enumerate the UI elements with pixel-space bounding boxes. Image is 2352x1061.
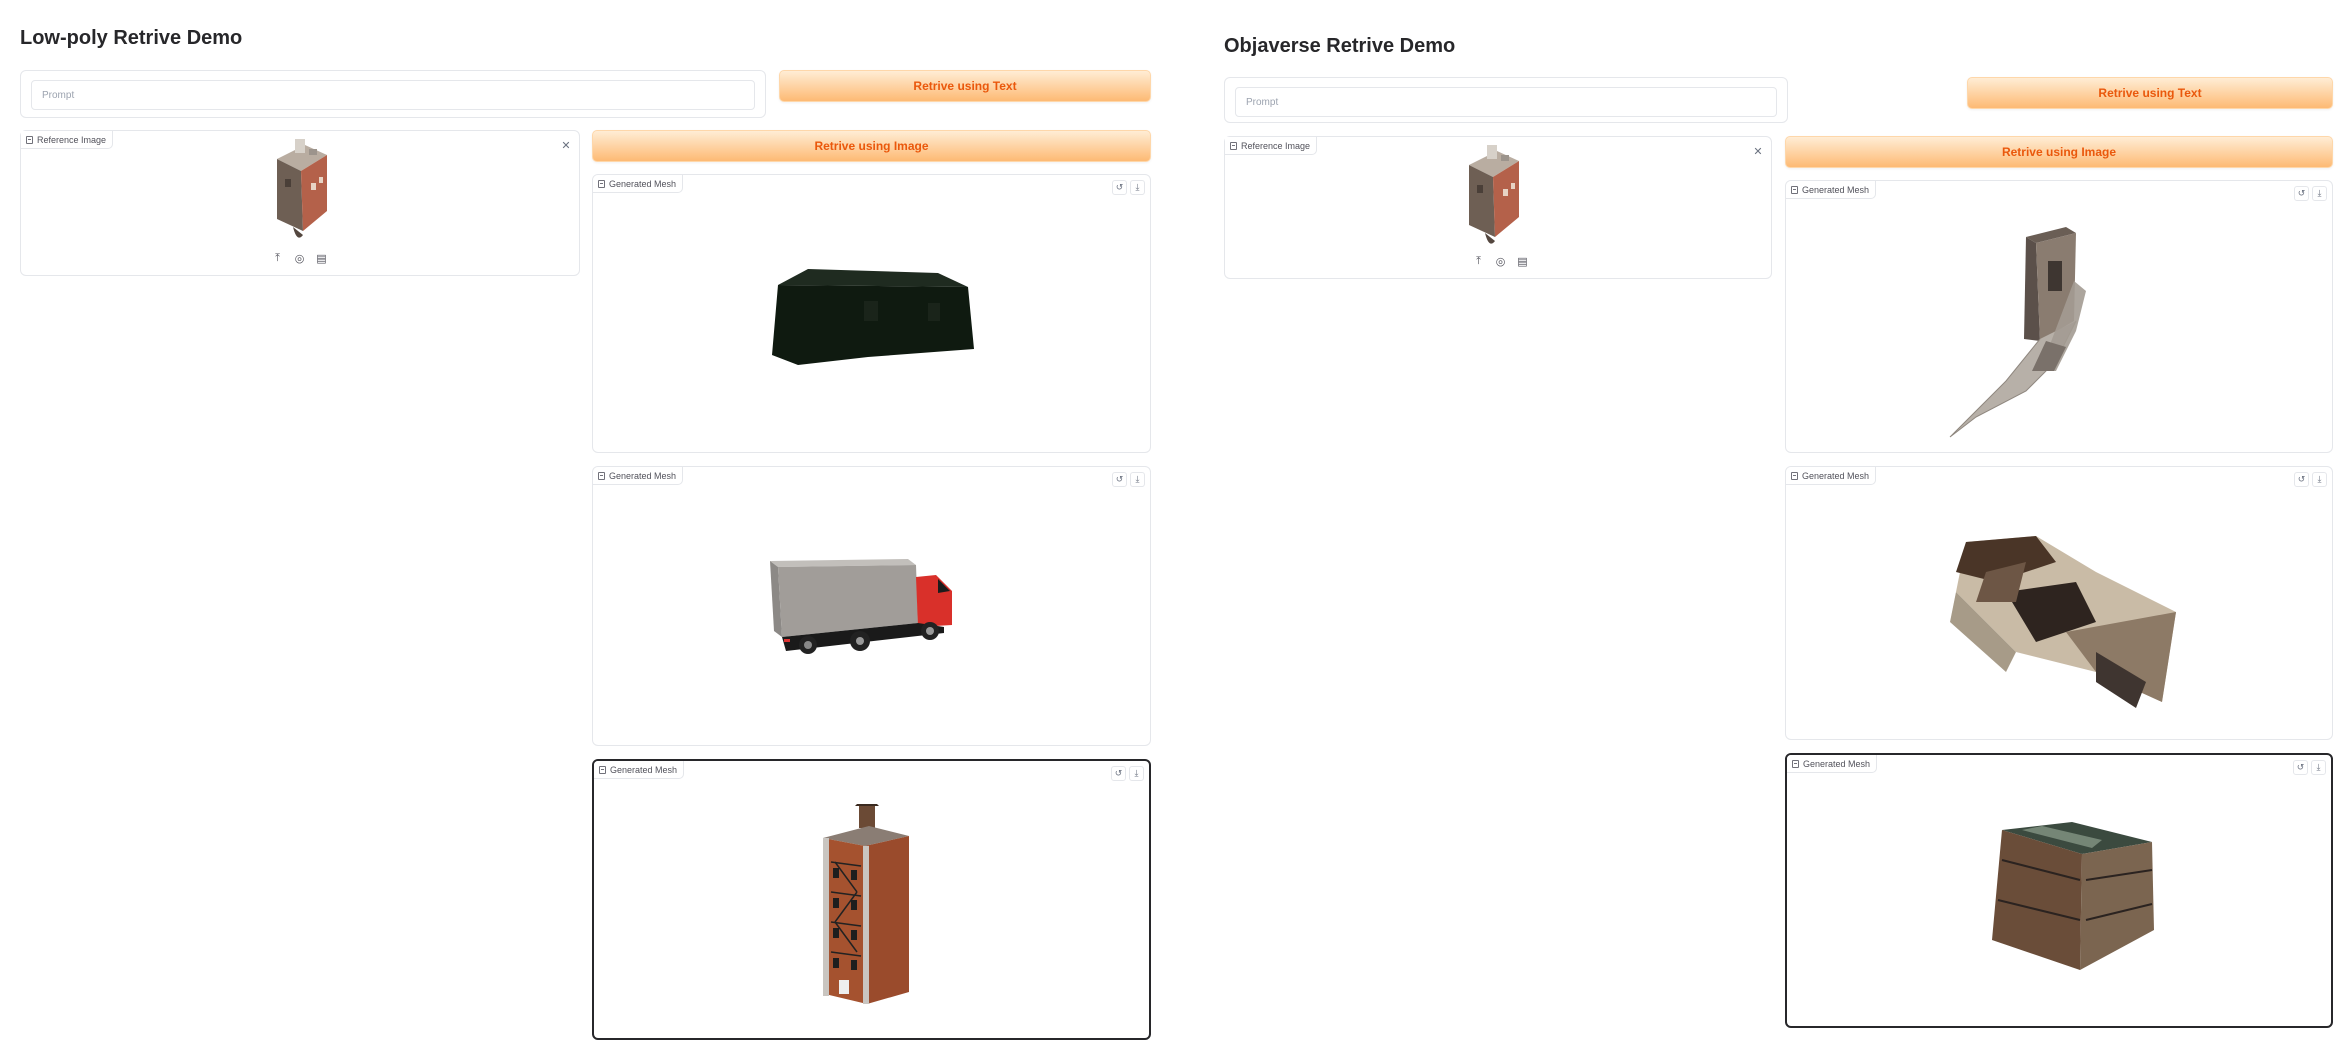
right-mesh-viewer-1[interactable]: Generated Mesh ↺ ⤓ [1785, 180, 2333, 453]
left-retrive-text-button[interactable]: Retrive using Text [779, 70, 1151, 102]
right-retrive-text-button[interactable]: Retrive using Text [1967, 77, 2333, 109]
left-prompt-input[interactable]: Prompt [31, 80, 755, 110]
download-icon[interactable]: ⤓ [1130, 472, 1145, 487]
right-mesh-viewer-3[interactable]: Generated Mesh ↺ ⤓ [1785, 753, 2333, 1028]
left-reference-image-label: Reference Image [21, 131, 114, 149]
left-mesh-viewer-2[interactable]: Generated Mesh ↺ ⤓ [592, 466, 1151, 746]
download-icon[interactable]: ⤓ [1129, 766, 1144, 781]
left-retrive-image-button[interactable]: Retrive using Image [592, 130, 1151, 162]
webcam-icon[interactable]: ◎ [1494, 255, 1507, 268]
upload-icon[interactable]: ⤒ [1472, 255, 1485, 268]
left-reference-label-text: Reference Image [37, 134, 107, 145]
reference-building-thumbnail [277, 139, 327, 238]
mesh-label: Generated Mesh [1787, 755, 1878, 773]
mesh-label-text: Generated Mesh [609, 470, 677, 481]
left-upload-tools: ⤒ ◎ ▤ [271, 252, 328, 265]
right-reference-label-text: Reference Image [1241, 140, 1311, 151]
right-mesh-viewer-2[interactable]: Generated Mesh ↺ ⤓ [1785, 466, 2333, 740]
right-prompt-input[interactable]: Prompt [1235, 87, 1777, 117]
mesh-label-text: Generated Mesh [609, 178, 677, 189]
download-icon[interactable]: ⤓ [1130, 180, 1145, 195]
right-prompt-panel: Prompt [1224, 77, 1788, 123]
dark-green-building-model [772, 269, 974, 365]
scanned-ruined-house-model [1950, 536, 2176, 708]
left-demo-title: Low-poly Retrive Demo [20, 27, 243, 49]
close-icon[interactable]: ✕ [559, 138, 573, 152]
file-icon [598, 471, 605, 480]
image-icon [26, 135, 33, 144]
download-icon[interactable]: ⤓ [2312, 472, 2327, 487]
download-icon[interactable]: ⤓ [2311, 760, 2326, 775]
reference-building-thumbnail [1469, 145, 1519, 244]
box-truck-model [770, 559, 952, 654]
clipboard-icon[interactable]: ▤ [315, 252, 328, 265]
undo-icon[interactable]: ↺ [2294, 472, 2309, 487]
file-icon [1791, 185, 1798, 194]
upload-icon[interactable]: ⤒ [271, 252, 284, 265]
right-retrive-image-button[interactable]: Retrive using Image [1785, 136, 2333, 168]
mesh-label-text: Generated Mesh [1803, 758, 1871, 769]
mesh-label: Generated Mesh [594, 761, 685, 779]
brick-apartment-building-model [823, 804, 909, 1004]
left-prompt-panel: Prompt [20, 70, 766, 118]
mesh-label-text: Generated Mesh [1802, 184, 1870, 195]
undo-icon[interactable]: ↺ [2293, 760, 2308, 775]
file-icon [1792, 759, 1799, 768]
undo-icon[interactable]: ↺ [1111, 766, 1126, 781]
left-mesh-viewer-1[interactable]: Generated Mesh ↺ ⤓ [592, 174, 1151, 453]
mesh-label-text: Generated Mesh [1802, 470, 1870, 481]
download-icon[interactable]: ⤓ [2312, 186, 2327, 201]
file-icon [1791, 471, 1798, 480]
mesh-label: Generated Mesh [593, 467, 684, 485]
mesh-label: Generated Mesh [1786, 181, 1877, 199]
mesh-label-text: Generated Mesh [610, 764, 678, 775]
webcam-icon[interactable]: ◎ [293, 252, 306, 265]
right-demo-title: Objaverse Retrive Demo [1224, 35, 1456, 57]
left-mesh-viewer-3[interactable]: Generated Mesh ↺ ⤓ [592, 759, 1151, 1040]
left-reference-image-panel[interactable]: Reference Image ✕ ⤒ ◎ ▤ [20, 130, 580, 276]
file-icon [598, 179, 605, 188]
undo-icon[interactable]: ↺ [2294, 186, 2309, 201]
scanned-shed-tower-model [1949, 227, 2086, 438]
mesh-label: Generated Mesh [593, 175, 684, 193]
mesh-label: Generated Mesh [1786, 467, 1877, 485]
undo-icon[interactable]: ↺ [1112, 180, 1127, 195]
close-icon[interactable]: ✕ [1751, 144, 1765, 158]
scanned-wooden-crate-hut-model [1992, 822, 2154, 970]
right-reference-image-label: Reference Image [1225, 137, 1318, 155]
image-icon [1230, 141, 1237, 150]
clipboard-icon[interactable]: ▤ [1516, 255, 1529, 268]
right-upload-tools: ⤒ ◎ ▤ [1472, 255, 1529, 268]
file-icon [599, 765, 606, 774]
right-reference-image-panel[interactable]: Reference Image ✕ ⤒ ◎ ▤ [1224, 136, 1772, 279]
undo-icon[interactable]: ↺ [1112, 472, 1127, 487]
